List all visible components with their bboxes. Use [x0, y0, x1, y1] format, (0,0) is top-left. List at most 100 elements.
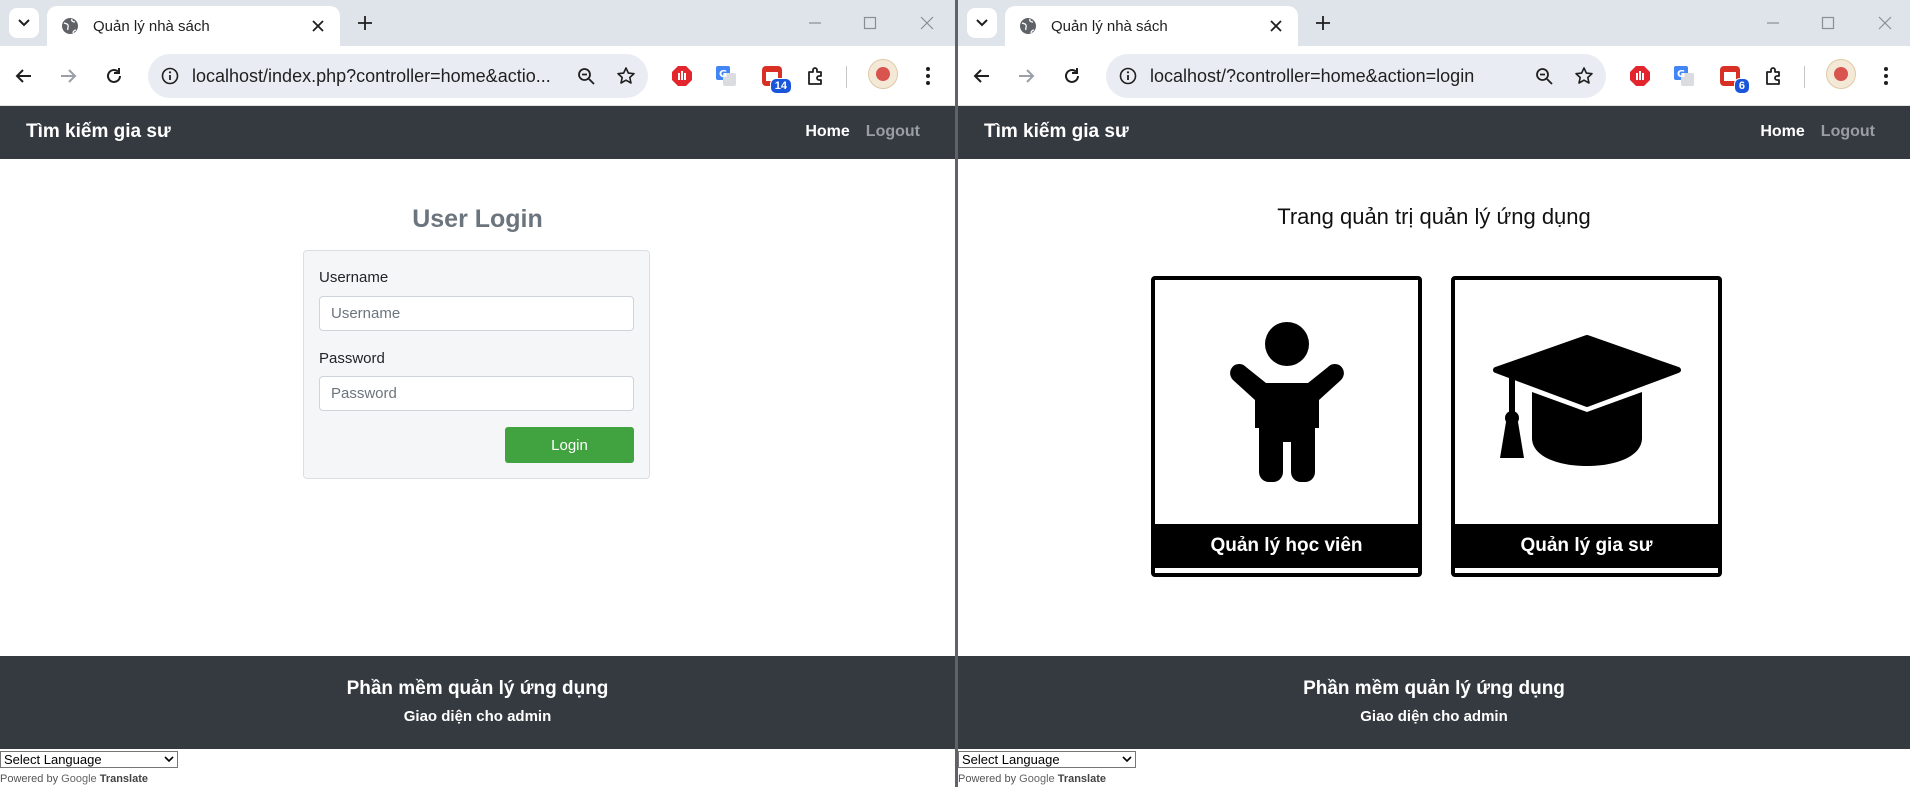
stop-hand-icon	[1630, 66, 1650, 86]
browser-toolbar: localhost/?controller=home&action=login …	[958, 46, 1910, 106]
tab-search-button[interactable]	[9, 8, 39, 38]
address-bar[interactable]: localhost/?controller=home&action=login	[1106, 54, 1606, 98]
powered-by-google: Powered by Google Translate	[0, 773, 148, 785]
password-label: Password	[319, 350, 385, 367]
site-nav-links: Home Logout	[805, 123, 920, 141]
tab-search-button[interactable]	[967, 8, 997, 38]
maximize-icon	[863, 16, 877, 30]
site-info-icon[interactable]	[152, 58, 188, 94]
extension-badge-count: 6	[1733, 78, 1750, 94]
chrome-menu-button[interactable]	[1870, 60, 1902, 92]
tab-strip: Quản lý nhà sách	[0, 0, 955, 46]
chrome-menu-button[interactable]	[912, 60, 944, 92]
chevron-down-icon	[164, 756, 174, 763]
maximize-button[interactable]	[1813, 8, 1843, 38]
bookmark-star-icon[interactable]	[1566, 58, 1602, 94]
svg-text:G: G	[1677, 69, 1685, 80]
nav-home-link[interactable]: Home	[805, 123, 849, 141]
zoom-icon[interactable]	[568, 58, 604, 94]
minimize-button[interactable]	[1758, 8, 1788, 38]
site-navbar: Tìm kiếm gia sư Home Logout	[958, 106, 1910, 159]
reload-icon	[1065, 68, 1079, 83]
extension-badge-count: 14	[769, 78, 792, 94]
window-close-button[interactable]	[912, 8, 942, 38]
password-input[interactable]	[319, 376, 634, 411]
back-button[interactable]	[8, 60, 40, 92]
address-bar[interactable]: localhost/index.php?controller=home&acti…	[148, 54, 648, 98]
browser-tab[interactable]: Quản lý nhà sách	[47, 6, 340, 46]
login-button[interactable]: Login	[505, 427, 634, 463]
arrow-right-icon	[61, 69, 77, 83]
login-form: Username Password Login	[303, 250, 650, 479]
forward-button[interactable]	[1010, 60, 1042, 92]
site-brand[interactable]: Tìm kiếm gia sư	[26, 121, 171, 143]
toolbar-separator	[846, 66, 847, 88]
nav-home-link[interactable]: Home	[1760, 123, 1804, 141]
site-footer: Phần mềm quản lý ứng dụng Giao diện cho …	[958, 656, 1910, 749]
minimize-button[interactable]	[800, 8, 830, 38]
back-button[interactable]	[966, 60, 998, 92]
footer-subtitle: Giao diện cho admin	[403, 708, 552, 725]
tab-close-icon[interactable]	[306, 14, 330, 38]
bookmark-star-icon[interactable]	[608, 58, 644, 94]
extensions-button[interactable]	[1758, 60, 1790, 92]
profile-avatar[interactable]	[868, 59, 898, 89]
language-select[interactable]: Select Language	[958, 751, 1136, 768]
puzzle-icon	[1766, 67, 1780, 85]
tab-close-icon[interactable]	[1264, 14, 1288, 38]
language-select[interactable]: Select Language	[0, 751, 178, 768]
forward-button[interactable]	[52, 60, 84, 92]
close-icon	[920, 16, 934, 30]
username-input[interactable]	[319, 296, 634, 331]
browser-window-left: Quản lý nhà sách localhost/index.php?con…	[0, 0, 955, 787]
extension-badge[interactable]: 14	[756, 60, 792, 94]
translate-link[interactable]: Translate	[100, 773, 148, 785]
admin-title: Trang quản trị quản lý ứng dụng	[1277, 204, 1591, 229]
graduation-cap-icon	[1455, 280, 1718, 523]
site-nav-links: Home Logout	[1760, 123, 1875, 141]
extension-badge[interactable]: 6	[1714, 60, 1750, 94]
google-translate-icon: G	[1674, 66, 1694, 86]
card-manage-tutors[interactable]: Quản lý gia sư	[1451, 276, 1722, 577]
site-brand[interactable]: Tìm kiếm gia sư	[984, 121, 1129, 143]
extensions-button[interactable]	[800, 60, 832, 92]
maximize-icon	[1821, 16, 1835, 30]
globe-icon	[1017, 15, 1039, 37]
extension-adblock[interactable]	[666, 60, 698, 92]
nav-logout-link[interactable]: Logout	[1821, 123, 1875, 141]
reload-icon	[107, 68, 121, 83]
window-close-button[interactable]	[1870, 8, 1900, 38]
child-icon	[1155, 280, 1418, 523]
card-label: Quản lý học viên	[1155, 524, 1418, 568]
new-tab-button[interactable]	[350, 8, 380, 38]
nav-logout-link[interactable]: Logout	[866, 123, 920, 141]
toolbar-separator	[1804, 66, 1805, 88]
reload-button[interactable]	[1056, 60, 1088, 92]
profile-avatar[interactable]	[1826, 59, 1856, 89]
browser-window-right: Quản lý nhà sách localhost/?controller=h…	[958, 0, 1910, 787]
new-tab-button[interactable]	[1308, 8, 1338, 38]
extension-adblock[interactable]	[1624, 60, 1656, 92]
card-manage-students[interactable]: Quản lý học viên	[1151, 276, 1422, 577]
chevron-down-icon	[1122, 756, 1132, 763]
footer-subtitle: Giao diện cho admin	[1360, 708, 1508, 725]
browser-tab[interactable]: Quản lý nhà sách	[1005, 6, 1298, 46]
extension-translate[interactable]: G	[1668, 60, 1700, 92]
footer-title: Phần mềm quản lý ứng dụng	[1303, 678, 1565, 699]
username-label: Username	[319, 269, 389, 286]
close-icon	[1878, 16, 1892, 30]
login-title: User Login	[412, 205, 543, 233]
google-translate-icon: G	[716, 66, 736, 86]
maximize-button[interactable]	[855, 8, 885, 38]
site-footer: Phần mềm quản lý ứng dụng Giao diện cho …	[0, 656, 955, 749]
reload-button[interactable]	[98, 60, 130, 92]
site-info-icon[interactable]	[1110, 58, 1146, 94]
google-logo-text: Google	[61, 773, 97, 785]
translate-link[interactable]: Translate	[1058, 773, 1106, 785]
arrow-left-icon	[15, 69, 31, 83]
extension-translate[interactable]: G	[710, 60, 742, 92]
language-select-value: Select Language	[4, 752, 102, 767]
tab-strip: Quản lý nhà sách	[958, 0, 1910, 46]
language-select-value: Select Language	[962, 752, 1060, 767]
zoom-icon[interactable]	[1526, 58, 1562, 94]
